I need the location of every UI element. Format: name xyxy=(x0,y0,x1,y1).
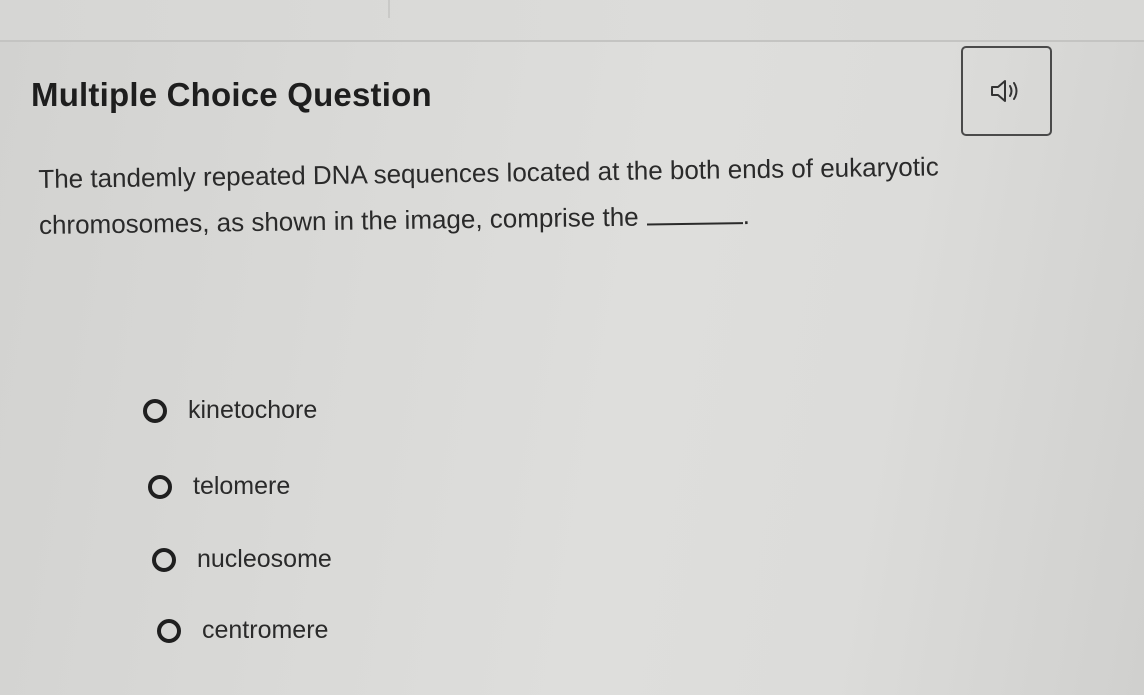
top-toolbar-area xyxy=(0,0,1144,40)
answer-option-nucleosome[interactable]: nucleosome xyxy=(152,545,332,574)
answer-option-label: kinetochore xyxy=(188,396,318,424)
answer-option-kinetochore[interactable]: kinetochore xyxy=(143,396,317,425)
answer-blank xyxy=(646,202,743,226)
answer-option-label: centromere xyxy=(202,616,329,644)
question-prompt: The tandemly repeated DNA sequences loca… xyxy=(38,141,1079,248)
question-period: . xyxy=(742,200,751,231)
radio-button-kinetochore[interactable] xyxy=(143,398,167,423)
speaker-icon xyxy=(990,80,1017,102)
read-aloud-button[interactable] xyxy=(961,46,1052,136)
header-divider xyxy=(0,40,1144,42)
answer-option-label: telomere xyxy=(193,472,291,500)
answer-option-centromere[interactable]: centromere xyxy=(157,616,328,645)
answer-option-telomere[interactable]: telomere xyxy=(148,472,290,501)
question-type-heading: Multiple Choice Question xyxy=(31,76,432,113)
toolbar-separator xyxy=(388,0,390,18)
question-line-2-text: chromosomes, as shown in the image, comp… xyxy=(38,201,639,240)
radio-button-telomere[interactable] xyxy=(148,474,172,499)
answer-option-label: nucleosome xyxy=(197,545,332,573)
radio-button-centromere[interactable] xyxy=(157,618,181,643)
radio-button-nucleosome[interactable] xyxy=(152,547,176,572)
